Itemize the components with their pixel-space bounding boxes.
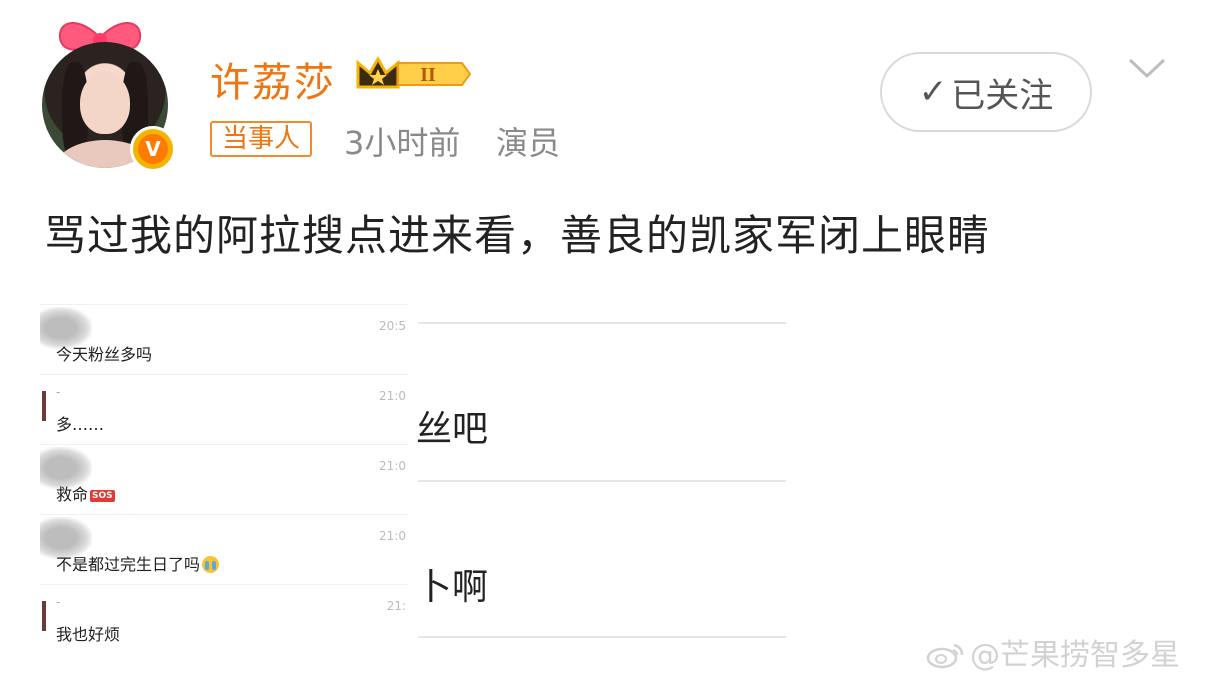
image-fragment-2: 卜啊 bbox=[416, 567, 489, 608]
user-avatar-container[interactable]: V bbox=[40, 14, 176, 172]
image-divider bbox=[418, 636, 786, 638]
chat-message: 我也好烦 bbox=[56, 625, 121, 644]
chat-time: 21:0 bbox=[379, 459, 406, 473]
post-time: 3小时前 bbox=[344, 124, 461, 162]
crying-face-emoji-icon bbox=[202, 556, 220, 573]
verified-badge-icon: V bbox=[130, 126, 176, 172]
chat-time: 21: bbox=[386, 599, 406, 613]
chat-time: 21:0 bbox=[379, 389, 406, 403]
chat-message: 多…… bbox=[56, 415, 105, 434]
avatar-strip-icon bbox=[42, 391, 46, 421]
vip-crown-badge-icon: II bbox=[356, 55, 472, 89]
chat-row: - 21: 我也好烦 bbox=[40, 584, 408, 655]
chat-screenshot-image[interactable]: 20:5 今天粉丝多吗 - 21:0 多…… 21:0 救命 SOS 21:0 不… bbox=[40, 300, 408, 660]
image-divider bbox=[418, 322, 786, 324]
username[interactable]: 许荔莎 bbox=[210, 50, 336, 108]
check-icon: ✓ bbox=[918, 72, 948, 112]
avatar-strip-icon bbox=[42, 601, 46, 631]
chat-message: 不是都过完生日了吗 bbox=[56, 551, 220, 575]
chat-message: 今天粉丝多吗 bbox=[56, 345, 153, 364]
image-fragment-1: 丝吧 bbox=[416, 409, 489, 450]
watermark-text: @芒果捞智多星 bbox=[970, 638, 1180, 673]
follow-label: 已关注 bbox=[951, 75, 1054, 116]
svg-text:II: II bbox=[420, 64, 436, 86]
chat-sender: - bbox=[56, 595, 61, 609]
chat-row: - 21:0 多…… bbox=[40, 374, 408, 445]
chat-time: 21:0 bbox=[379, 529, 406, 543]
chat-row: 21:0 救命 SOS bbox=[40, 444, 408, 515]
chat-row: 21:0 不是都过完生日了吗 bbox=[40, 514, 408, 585]
chat-time: 20:5 bbox=[379, 319, 406, 333]
chat-message: 救命 SOS bbox=[56, 485, 115, 504]
image-divider bbox=[418, 480, 786, 482]
chat-sender: - bbox=[56, 385, 61, 399]
weibo-watermark: @芒果捞智多星 bbox=[926, 630, 1180, 674]
follow-button[interactable]: ✓ 已关注 bbox=[880, 52, 1092, 132]
chevron-down-icon[interactable] bbox=[1126, 52, 1168, 82]
post-text: 骂过我的阿拉搜点进来看，善良的凯家军闭上眼睛 bbox=[44, 211, 991, 260]
user-role: 演员 bbox=[496, 124, 561, 162]
sos-emoji-icon: SOS bbox=[90, 490, 115, 502]
chat-row: 20:5 今天粉丝多吗 bbox=[40, 304, 408, 375]
weibo-logo-icon bbox=[926, 643, 964, 669]
party-tag: 当事人 bbox=[210, 121, 313, 157]
